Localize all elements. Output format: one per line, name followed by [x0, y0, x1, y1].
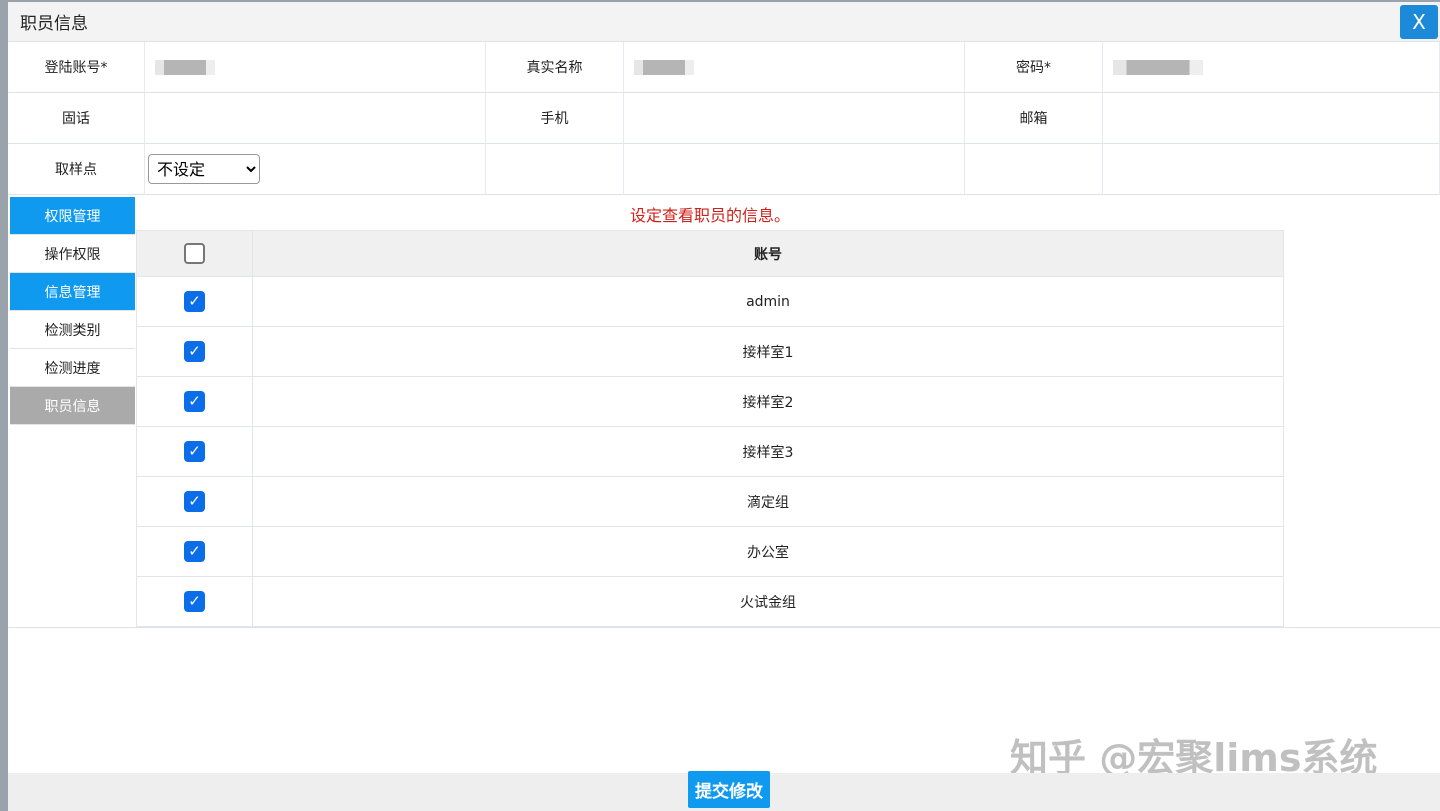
mobile-field[interactable] [624, 93, 965, 144]
submit-button[interactable]: 提交修改 [688, 771, 770, 808]
row-checkbox[interactable]: ✓ [184, 541, 205, 562]
row-checkbox[interactable]: ✓ [184, 591, 205, 612]
sidebar: 权限管理 操作权限 信息管理 检测类别 检测进度 职员信息 [10, 197, 135, 425]
sample-cell: 不设定 [145, 144, 486, 195]
empty-cell [486, 144, 624, 195]
select-all-cell [136, 230, 253, 277]
checkbox-cell: ✓ [136, 476, 253, 527]
row-checkbox[interactable]: ✓ [184, 441, 205, 462]
account-name: 滴定组 [252, 476, 1284, 527]
empty-cell [624, 144, 965, 195]
checkbox-cell: ✓ [136, 326, 253, 377]
table-row: ✓ admin [136, 276, 1284, 327]
sample-select[interactable]: 不设定 [148, 154, 260, 184]
sidebar-item[interactable]: 权限管理 [10, 197, 135, 235]
email-label: 邮箱 [965, 93, 1103, 144]
account-name: 办公室 [252, 526, 1284, 577]
row-checkbox[interactable]: ✓ [184, 391, 205, 412]
sidebar-item[interactable]: 职员信息 [10, 387, 135, 425]
sidebar-item[interactable]: 信息管理 [10, 273, 135, 311]
account-name: 接样室1 [252, 326, 1284, 377]
table-row: ✓ 办公室 [136, 526, 1284, 577]
info-message: 设定查看职员的信息。 [629, 206, 790, 225]
realname-field[interactable] [624, 42, 965, 93]
checkbox-cell: ✓ [136, 526, 253, 577]
checkbox-cell: ✓ [136, 276, 253, 327]
login-field[interactable] [145, 42, 486, 93]
sidebar-item[interactable]: 检测类别 [10, 311, 135, 349]
checkbox-cell: ✓ [136, 426, 253, 477]
table-row: ✓ 接样室3 [136, 426, 1284, 477]
employee-form: 登陆账号* 真实名称 密码* 固话 手机 邮箱 取样点 不设定 [8, 42, 1440, 195]
phone-field[interactable] [145, 93, 486, 144]
phone-label: 固话 [8, 93, 145, 144]
empty-cell [1103, 144, 1440, 195]
checkbox-cell: ✓ [136, 376, 253, 427]
email-field[interactable] [1103, 93, 1440, 144]
realname-label: 真实名称 [486, 42, 624, 93]
sidebar-item[interactable]: 检测进度 [10, 349, 135, 387]
sample-label: 取样点 [8, 144, 145, 195]
account-name: admin [252, 276, 1284, 327]
account-name: 接样室3 [252, 426, 1284, 477]
login-label: 登陆账号* [8, 42, 145, 93]
sidebar-item[interactable]: 操作权限 [10, 235, 135, 273]
account-table: 账号 ✓ admin ✓ 接样室1 ✓ 接样室2 ✓ 接样室3 ✓ 滴定组 ✓ 办公室 ✓ 火试金组 [136, 230, 1284, 627]
select-all-checkbox[interactable] [184, 243, 205, 264]
account-header: 账号 [252, 230, 1284, 277]
account-name: 接样室2 [252, 376, 1284, 427]
mobile-label: 手机 [486, 93, 624, 144]
row-checkbox[interactable]: ✓ [184, 341, 205, 362]
row-checkbox[interactable]: ✓ [184, 491, 205, 512]
row-checkbox[interactable]: ✓ [184, 291, 205, 312]
close-button[interactable]: X [1400, 5, 1438, 39]
table-row: ✓ 滴定组 [136, 476, 1284, 527]
table-row: ✓ 接样室1 [136, 326, 1284, 377]
account-name: 火试金组 [252, 576, 1284, 627]
divider [8, 627, 1440, 628]
employee-dialog: 职员信息 X 登陆账号* 真实名称 密码* 固话 手机 邮箱 取样点 不设定 权… [8, 2, 1440, 811]
checkbox-cell: ✓ [136, 576, 253, 627]
password-field[interactable] [1103, 42, 1440, 93]
table-row: ✓ 火试金组 [136, 576, 1284, 627]
password-label: 密码* [965, 42, 1103, 93]
empty-cell [965, 144, 1103, 195]
table-row: ✓ 接样室2 [136, 376, 1284, 427]
dialog-title: 职员信息 [8, 2, 1440, 42]
